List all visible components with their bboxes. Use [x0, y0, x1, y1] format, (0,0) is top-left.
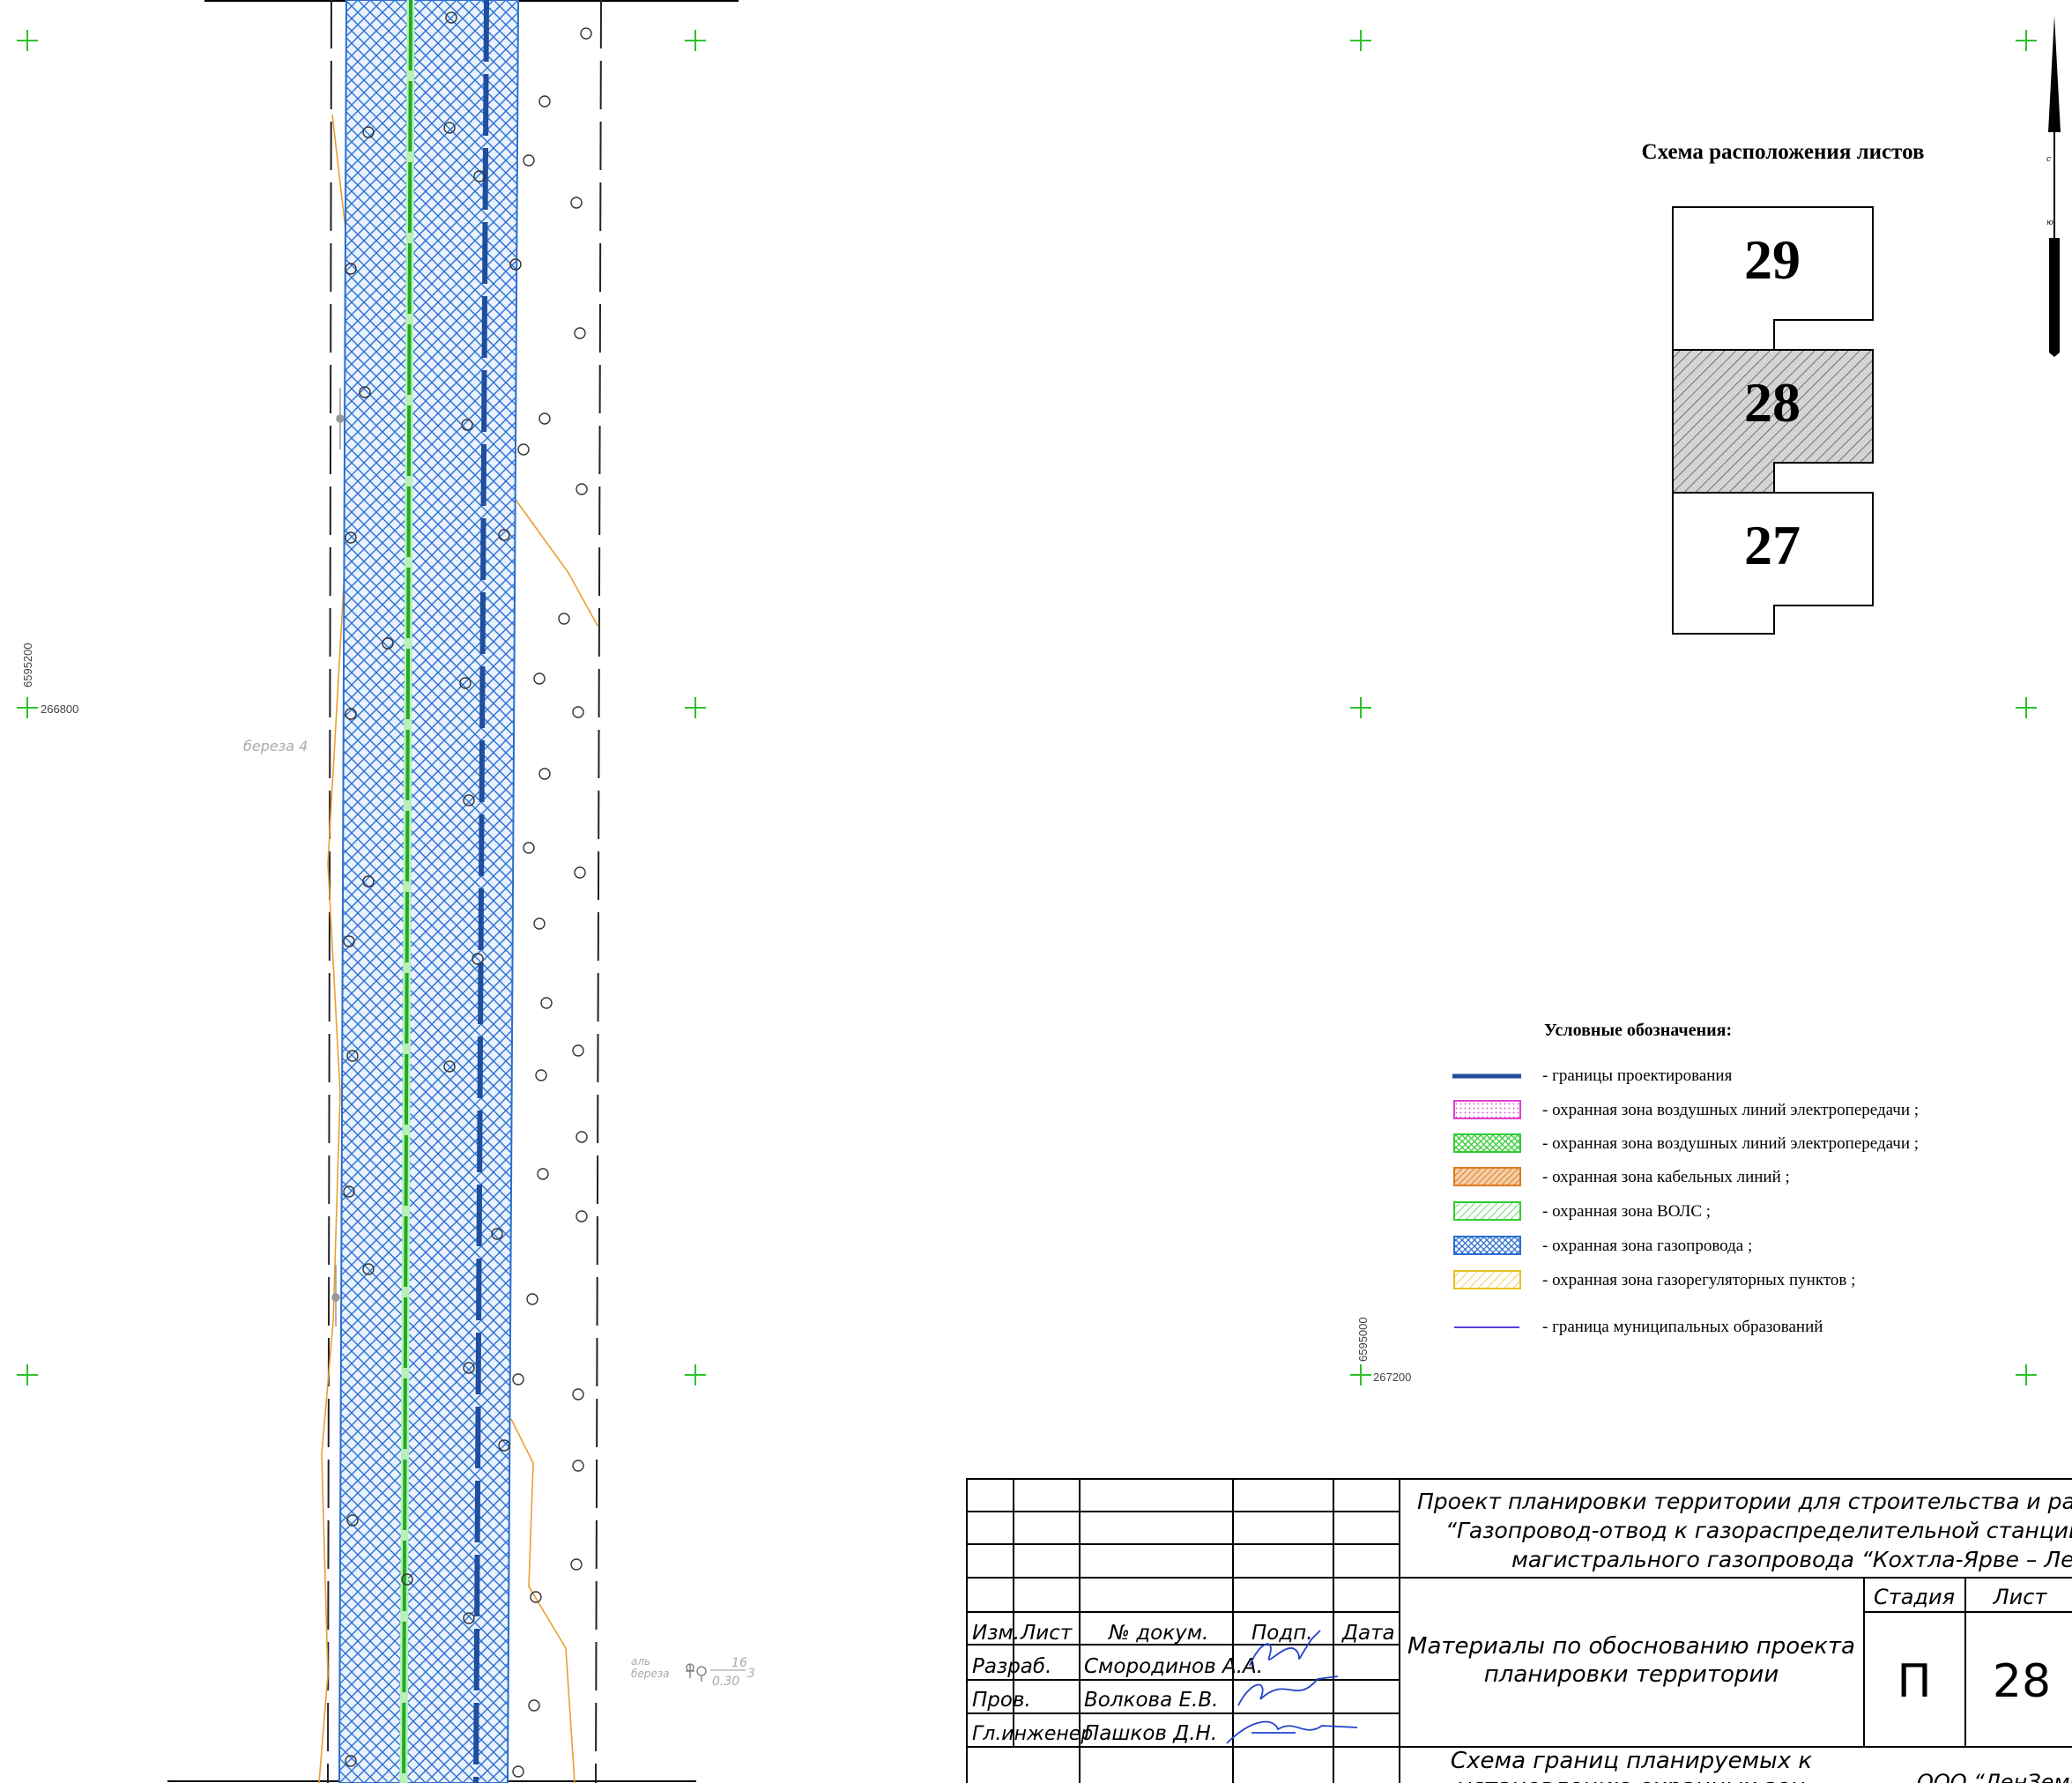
cable-line-right — [510, 1418, 576, 1783]
legend-item-label: - охранная зона ВОЛС ; — [1542, 1202, 1711, 1221]
legend-symbol-gas-regulator — [1453, 1270, 1521, 1289]
tree-label-left: береза 4 — [243, 738, 308, 754]
stage-value: П — [1897, 1655, 1931, 1708]
pipeline-corridor: береза 4 аль береза 16 0.30 3 — [167, 0, 755, 1783]
section-title-line2: планировки территории — [1484, 1661, 1779, 1688]
drawing-title-line1: Схема границ планируемых к — [1451, 1748, 1812, 1774]
tree-value-suffix: 3 — [747, 1667, 755, 1681]
svg-text:ю: ю — [2046, 219, 2053, 227]
grid-cross — [16, 29, 39, 52]
stage-header: Стадия — [1874, 1585, 1955, 1609]
tree-value-numerator: 16 — [732, 1656, 747, 1670]
grid-cross — [2015, 1363, 2038, 1386]
grid-label-east-left: 266800 — [41, 702, 78, 716]
svg-text:c: c — [2046, 155, 2051, 164]
col-list-header: Лист — [1020, 1622, 1073, 1645]
tree-symbol-icon — [686, 1663, 707, 1682]
sheet-header: Лист — [1993, 1585, 2048, 1609]
project-title-line1: Проект планировки территории для строите… — [1417, 1489, 2072, 1514]
legend-item-label: - границы проектирования — [1542, 1066, 1733, 1085]
sheet-number-27: 27 — [1744, 514, 1801, 576]
grid-cross — [1349, 696, 1372, 719]
legend-symbol-cable-lines — [1453, 1167, 1521, 1186]
row-name: Волкова Е.В. — [1084, 1689, 1218, 1712]
legend-title: Условные обозначения: — [1544, 1021, 1732, 1040]
col-date-header: Дата — [1341, 1622, 1395, 1645]
legend-item-label: - охранная зона газопровода ; — [1542, 1237, 1752, 1255]
grid-cross — [684, 696, 707, 719]
sheet-scheme-title: Схема расположения листов — [1642, 140, 1925, 164]
legend: Условные обозначения: - границы проектир… — [1452, 1021, 1919, 1336]
tree-value-denominator: 0.30 — [712, 1675, 739, 1689]
project-title-line3: магистрального газопровода “Кохтла-Ярве … — [1511, 1547, 2072, 1572]
tree-label-right-bottom: береза — [631, 1668, 670, 1680]
grid-cross — [1349, 29, 1372, 52]
legend-item-label: - охранная зона газорегуляторных пунктов… — [1542, 1271, 1855, 1289]
legend-symbol-overhead-power-cross — [1453, 1133, 1521, 1153]
grid-label-east-right: 267200 — [1373, 1371, 1411, 1384]
signature-marks — [1226, 1630, 1358, 1744]
gas-protection-zone — [338, 0, 520, 1783]
grid-label-north-right: 6595000 — [1356, 1317, 1370, 1362]
col-izm-header: Изм. — [972, 1622, 1020, 1645]
title-block: Изм. Лист № докум. Подп. Дата Разраб. См… — [966, 1478, 2072, 1783]
tree-label-right-top: аль — [631, 1655, 650, 1668]
project-title-line2: “Газопровод-отвод к газораспределительно… — [1445, 1518, 2072, 1543]
sheet-layout-scheme: Схема расположения листов 29 28 27 — [1642, 140, 1925, 635]
row-name: Смородинов А.А. — [1084, 1655, 1263, 1678]
grid-cross — [1349, 1363, 1372, 1386]
col-doc-header: № докум. — [1107, 1622, 1208, 1645]
legend-item-label: - охранная зона воздушных линий электроп… — [1542, 1134, 1919, 1153]
row-role: Гл.инженер — [972, 1723, 1093, 1745]
tree-annotation-right: аль береза 16 0.30 3 — [631, 1655, 755, 1689]
section-title-line1: Материалы по обоснованию проекта — [1407, 1633, 1855, 1660]
sheet-value: 28 — [1993, 1655, 2051, 1708]
drawing-title-line2: установлению охранных зон — [1457, 1774, 1805, 1783]
company-name: ООО “ЛенЗемКа — [1917, 1770, 2072, 1783]
row-role: Пров. — [972, 1689, 1031, 1712]
legend-item-label: - охранная зона воздушных линий электроп… — [1542, 1101, 1919, 1119]
grid-cross — [16, 1363, 39, 1386]
grid-label-north-left: 6595200 — [21, 643, 34, 687]
sheet-number-28: 28 — [1744, 371, 1801, 434]
north-arrow-icon: c ю — [2046, 16, 2061, 357]
col-sign-header: Подп. — [1251, 1622, 1313, 1645]
boundary-right-dashed — [595, 0, 602, 1783]
map-sheet: береза 4 аль береза 16 0.30 3 6595200 26 — [16, 0, 2072, 1783]
row-role: Разраб. — [972, 1655, 1051, 1678]
legend-symbol-gas-pipeline — [1453, 1236, 1521, 1255]
legend-item-label: - граница муниципальных образований — [1542, 1318, 1823, 1336]
legend-symbol-fiber-optic — [1453, 1201, 1521, 1221]
row-name: Пашков Д.Н. — [1084, 1722, 1217, 1745]
grid-cross — [684, 1363, 707, 1386]
grid-cross — [16, 696, 39, 719]
sheet-number-29: 29 — [1744, 228, 1801, 291]
grid-cross — [2015, 29, 2038, 52]
grid-cross — [2015, 696, 2038, 719]
legend-symbol-overhead-power-dotted — [1453, 1100, 1521, 1119]
grid-cross — [684, 29, 707, 52]
legend-item-label: - охранная зона кабельных линий ; — [1542, 1168, 1790, 1186]
cable-line-branch — [510, 493, 598, 627]
